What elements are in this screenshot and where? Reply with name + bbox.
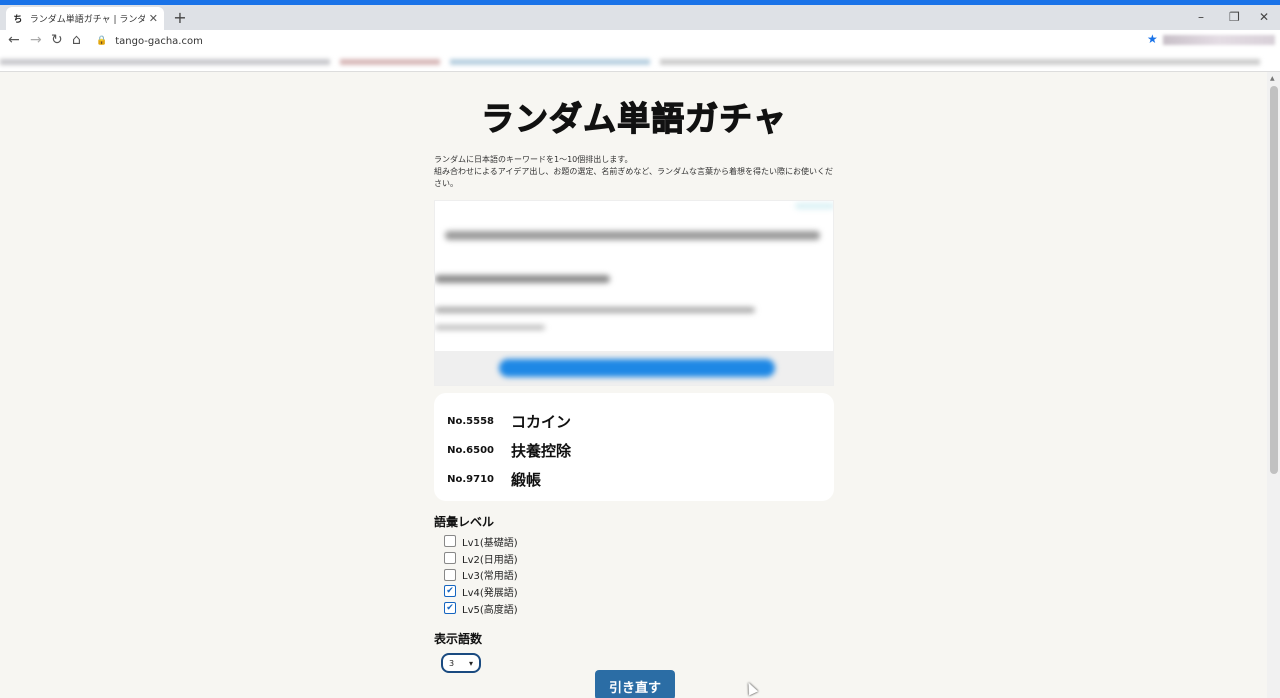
bookmark-star-icon[interactable]: ★: [1147, 32, 1158, 46]
vocab-level-title: 語彙レベル: [434, 515, 495, 529]
level-option[interactable]: ✔ Lv4(発展語): [444, 583, 518, 600]
result-row: No.5558 コカイン: [434, 407, 834, 436]
back-icon[interactable]: ←: [8, 32, 20, 48]
window-close-icon[interactable]: ✕: [1259, 10, 1269, 24]
level-option[interactable]: Lv1(基礎語): [444, 533, 518, 550]
word-count-title: 表示語数: [434, 632, 483, 646]
vocab-level-list: Lv1(基礎語) Lv2(日用語) Lv3(常用語) ✔ Lv4(発展語) ✔ …: [444, 533, 518, 616]
level-option[interactable]: Lv2(日用語): [444, 550, 518, 567]
result-card: No.5558 コカイン No.6500 扶養控除 No.9710 緞帳: [434, 393, 834, 501]
scroll-up-icon[interactable]: ▲: [1270, 75, 1275, 82]
reload-icon[interactable]: ↻: [51, 32, 63, 48]
restore-icon[interactable]: ❐: [1229, 10, 1240, 24]
bookmarks-bar: [0, 52, 1280, 72]
ad-blur-line: [435, 325, 545, 330]
word-count-select[interactable]: 3 ▾: [441, 653, 481, 673]
result-number: No.6500: [447, 445, 494, 456]
result-word[interactable]: 扶養控除: [511, 440, 571, 461]
ad-blur-line: [795, 203, 833, 209]
tab-title: ランダム単語ガチャ | ランダムに日本語: [29, 15, 145, 25]
tab-close-icon[interactable]: ✕: [149, 12, 158, 25]
description-line-1: ランダムに日本語のキーワードを1〜10個排出します。: [434, 155, 633, 164]
chevron-down-icon: ▾: [468, 658, 473, 668]
profile-area[interactable]: [1163, 35, 1275, 45]
bookmark-blur: [340, 59, 440, 65]
address-bar[interactable]: 🔒 tango-gacha.com: [96, 32, 1280, 50]
level-checkbox-checked[interactable]: ✔: [444, 602, 456, 615]
ad-blur-line: [445, 231, 820, 240]
new-tab-icon[interactable]: +: [172, 8, 188, 27]
browser-tab[interactable]: ち ランダム単語ガチャ | ランダムに日本語 ✕: [6, 7, 164, 30]
scrollbar-thumb[interactable]: [1270, 86, 1278, 474]
result-number: No.9710: [447, 474, 494, 485]
level-checkbox-checked[interactable]: ✔: [444, 585, 456, 598]
result-row: No.9710 緞帳: [434, 465, 834, 494]
bookmark-blur: [450, 59, 650, 65]
level-option[interactable]: Lv3(常用語): [444, 566, 518, 583]
level-option[interactable]: ✔ Lv5(高度語): [444, 600, 518, 617]
level-checkbox[interactable]: [444, 535, 456, 548]
result-row: No.6500 扶養控除: [434, 436, 834, 465]
address-url: tango-gacha.com: [115, 35, 203, 47]
lock-icon: 🔒: [96, 36, 108, 46]
redraw-button[interactable]: 引き直す: [595, 670, 675, 698]
word-count-value: 3: [449, 658, 455, 668]
bookmark-blur: [0, 59, 330, 65]
ad-banner[interactable]: [434, 200, 834, 386]
home-icon[interactable]: ⌂: [72, 32, 81, 48]
page-description: ランダムに日本語のキーワードを1〜10個排出します。 組み合わせによるアイデア出…: [434, 154, 834, 190]
level-label: Lv2(日用語): [462, 554, 518, 566]
ad-blur-line: [435, 307, 755, 313]
site-favicon-icon: ち: [13, 15, 23, 25]
bookmark-blur: [660, 59, 1260, 65]
forward-icon[interactable]: →: [30, 32, 42, 48]
mouse-cursor-icon: [743, 680, 759, 696]
ad-blur-line: [435, 275, 610, 283]
level-label: Lv4(発展語): [462, 587, 518, 599]
browser-toolbar: ← → ↻ ⌂ 🔒 tango-gacha.com: [0, 30, 1280, 52]
level-label: Lv5(高度語): [462, 604, 518, 616]
site-logo[interactable]: ランダム単語ガチャ: [434, 92, 834, 140]
level-label: Lv1(基礎語): [462, 537, 518, 549]
result-word[interactable]: 緞帳: [511, 469, 541, 490]
result-word[interactable]: コカイン: [511, 411, 571, 432]
level-checkbox[interactable]: [444, 552, 456, 565]
result-number: No.5558: [447, 416, 494, 427]
description-line-2: 組み合わせによるアイデア出し、お題の選定、名前ぎめなど、ランダムな言葉から着想を…: [434, 167, 833, 188]
ad-cta-button[interactable]: [499, 359, 775, 377]
tab-strip: ち ランダム単語ガチャ | ランダムに日本語 ✕ + – ❐ ✕: [0, 5, 1280, 30]
level-label: Lv3(常用語): [462, 571, 518, 583]
minimize-icon[interactable]: –: [1198, 10, 1204, 24]
level-checkbox[interactable]: [444, 568, 456, 581]
